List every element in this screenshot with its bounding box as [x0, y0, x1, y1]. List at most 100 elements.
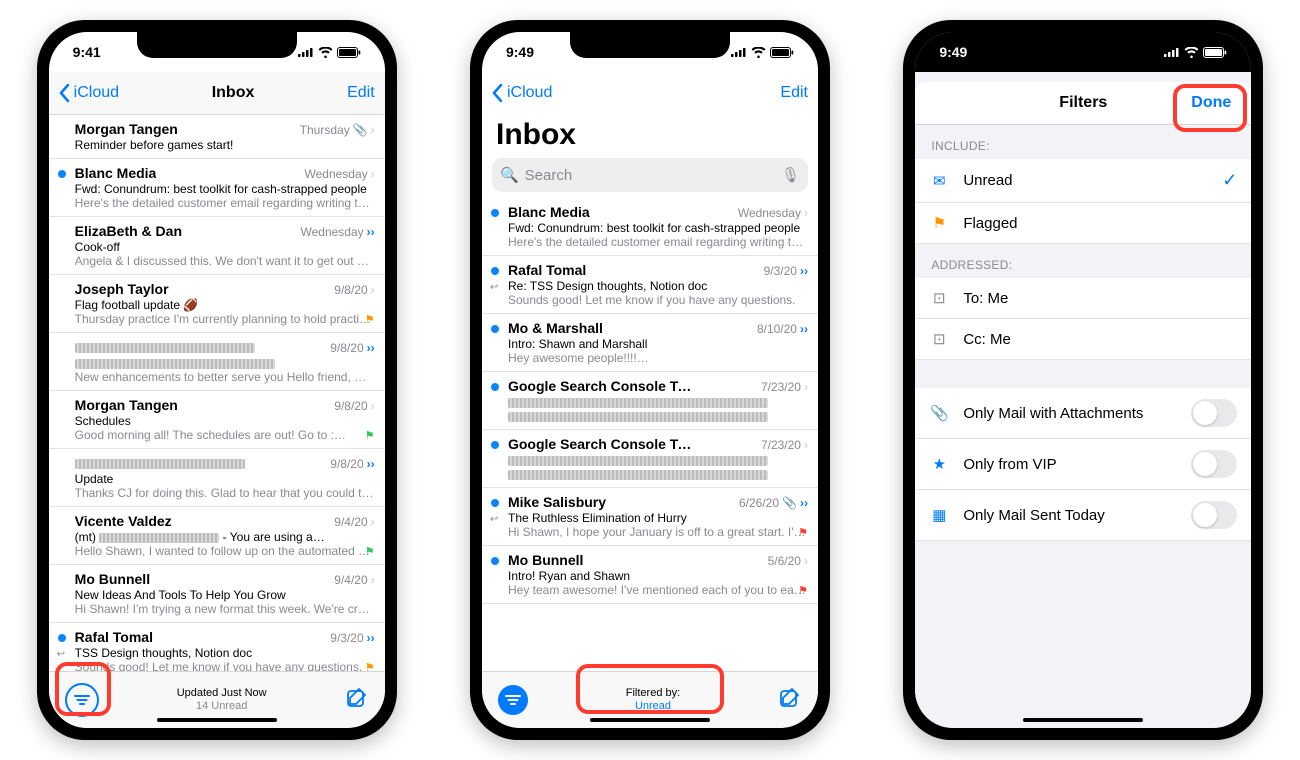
subject: Reminder before games start! [75, 138, 375, 152]
sender: Google Search Console Team [508, 378, 698, 394]
chevron-right-icon: › [371, 573, 375, 587]
battery-icon [770, 47, 794, 58]
nav-bar: iCloud Edit [482, 72, 818, 114]
home-indicator[interactable] [1023, 718, 1143, 722]
option-label: To: Me [963, 290, 1237, 307]
search-field[interactable]: 🔍 Search 🎙︎ [492, 158, 808, 192]
compose-button[interactable] [345, 686, 369, 715]
filter-option[interactable]: ⚑ Flagged [915, 203, 1251, 244]
message-list[interactable]: Blanc Media Wednesday › Fwd: Conundrum: … [482, 198, 818, 671]
wifi-icon [1184, 47, 1199, 58]
date: 5/6/20 › [768, 554, 808, 568]
compose-button[interactable] [778, 686, 802, 715]
attachment-icon: 📎 [353, 123, 368, 137]
chevron-right-icon: › [371, 167, 375, 181]
filter-option[interactable]: ⊡ To: Me [915, 278, 1251, 319]
option-label: Cc: Me [963, 331, 1237, 348]
preview: Hi Shawn! I'm trying a new format this w… [75, 602, 375, 616]
message-row[interactable]: Blanc Media Wednesday › Fwd: Conundrum: … [482, 198, 818, 256]
subject-redacted [508, 395, 808, 409]
sender: ElizaBeth & Dan [75, 223, 182, 239]
toggle-switch[interactable] [1191, 501, 1237, 529]
wifi-icon [751, 47, 766, 58]
back-label: iCloud [74, 84, 119, 102]
reply-icon: ↩︎ [490, 282, 498, 293]
chevron-right-icon: › [371, 515, 375, 529]
signal-icon [298, 47, 314, 57]
message-row[interactable]: Vicente Valdez 9/4/20 › (mt) - You are u… [49, 507, 385, 565]
message-row[interactable]: Google Search Console Team 7/23/20 › [482, 430, 818, 488]
filter-icon [74, 694, 90, 706]
cc-icon: ⊡ [929, 330, 949, 348]
nav-bar: iCloud Inbox Edit [49, 72, 385, 115]
home-indicator[interactable] [157, 718, 277, 722]
date: 9/8/20 › [334, 283, 374, 297]
notch [1003, 32, 1163, 58]
thread-indicator: ›› [367, 457, 375, 471]
message-row[interactable]: Joseph Taylor 9/8/20 › Flag football upd… [49, 275, 385, 333]
done-button[interactable]: Done [1191, 94, 1241, 112]
message-row[interactable]: Mo & Marshall 8/10/20 ›› Intro: Shawn an… [482, 314, 818, 372]
message-row[interactable]: Google Search Console Team 7/23/20 › [482, 372, 818, 430]
preview: Sounds good! Let me know if you have any… [75, 660, 375, 671]
date: 9/3/20 ›› [764, 264, 808, 278]
subject-redacted [508, 453, 808, 467]
subject: New Ideas And Tools To Help You Grow [75, 588, 375, 602]
date: 9/4/20 › [334, 515, 374, 529]
filter-button-active[interactable] [498, 685, 528, 715]
date: 9/8/20 ›› [330, 341, 374, 355]
message-row[interactable]: Mo Bunnell 9/4/20 › New Ideas And Tools … [49, 565, 385, 623]
phone-frame-3: 9:49 Filters Done INCLUDE: ✉︎ Unread ✓ ⚑… [903, 20, 1263, 740]
preview: Here's the detailed customer email regar… [508, 235, 808, 249]
dictation-icon[interactable]: 🎙︎ [781, 166, 800, 184]
edit-button[interactable]: Edit [347, 84, 375, 102]
date: Wednesday ›› [301, 225, 375, 239]
toggle-switch[interactable] [1191, 450, 1237, 478]
unread-dot [491, 383, 499, 391]
battery-icon [1203, 47, 1227, 58]
edit-button[interactable]: Edit [780, 84, 808, 102]
filter-option[interactable]: ★ Only from VIP [915, 439, 1251, 490]
reply-icon: ↩︎ [490, 514, 498, 525]
date: 6/26/20 📎 ›› [739, 496, 808, 510]
subject: TSS Design thoughts, Notion doc [75, 646, 375, 660]
filter-option[interactable]: ▦ Only Mail Sent Today [915, 490, 1251, 541]
message-row[interactable]: Blanc Media Wednesday › Fwd: Conundrum: … [49, 159, 385, 217]
status-time: 9:41 [73, 44, 101, 60]
message-row[interactable]: Mo Bunnell 5/6/20 › Intro! Ryan and Shaw… [482, 546, 818, 604]
preview-redacted [508, 409, 808, 423]
preview: Hey awesome people!!!!… [508, 351, 808, 365]
message-row[interactable]: ElizaBeth & Dan Wednesday ›› Cook-off An… [49, 217, 385, 275]
chevron-right-icon: › [804, 206, 808, 220]
filter-option[interactable]: ✉︎ Unread ✓ [915, 159, 1251, 203]
date: 9/3/20 ›› [330, 631, 374, 645]
phone-frame-2: 9:49 iCloud Edit Inbox 🔍 Search 🎙︎ Blan [470, 20, 830, 740]
filter-button[interactable] [65, 683, 99, 717]
subject: Flag football update 🏈 [75, 298, 375, 312]
unread-dot [491, 441, 499, 449]
toolbar-status[interactable]: Filtered by: Unread [626, 687, 680, 713]
subject: Intro! Ryan and Shawn [508, 569, 808, 583]
filter-option[interactable]: 📎 Only Mail with Attachments [915, 388, 1251, 439]
sender: Mike Salisbury [508, 494, 606, 510]
message-row[interactable]: Morgan Tangen Thursday 📎 › Reminder befo… [49, 115, 385, 159]
back-button[interactable]: iCloud [59, 84, 119, 102]
reply-icon: ↩︎ [57, 649, 65, 660]
message-list[interactable]: Morgan Tangen Thursday 📎 › Reminder befo… [49, 115, 385, 671]
message-row[interactable]: ↩︎ Rafal Tomal 9/3/20 ›› Re: TSS Design … [482, 256, 818, 314]
message-row[interactable]: 9/8/20 ›› Update Thanks CJ for doing thi… [49, 449, 385, 507]
home-indicator[interactable] [590, 718, 710, 722]
chevron-right-icon: › [371, 399, 375, 413]
toggle-switch[interactable] [1191, 399, 1237, 427]
sender-redacted [75, 455, 245, 471]
search-icon: 🔍 [500, 166, 519, 184]
filter-option[interactable]: ⊡ Cc: Me [915, 319, 1251, 360]
message-row[interactable]: ↩︎ Mike Salisbury 6/26/20 📎 ›› The Ruthl… [482, 488, 818, 546]
message-row[interactable]: Morgan Tangen 9/8/20 › Schedules Good mo… [49, 391, 385, 449]
flag-icon: ⚑ [798, 584, 808, 597]
message-row[interactable]: 9/8/20 ›› New enhancements to better ser… [49, 333, 385, 391]
message-row[interactable]: ↩︎ Rafal Tomal 9/3/20 ›› TSS Design thou… [49, 623, 385, 671]
back-label: iCloud [507, 84, 552, 102]
today-icon: ▦ [929, 506, 949, 524]
back-button[interactable]: iCloud [492, 84, 552, 102]
